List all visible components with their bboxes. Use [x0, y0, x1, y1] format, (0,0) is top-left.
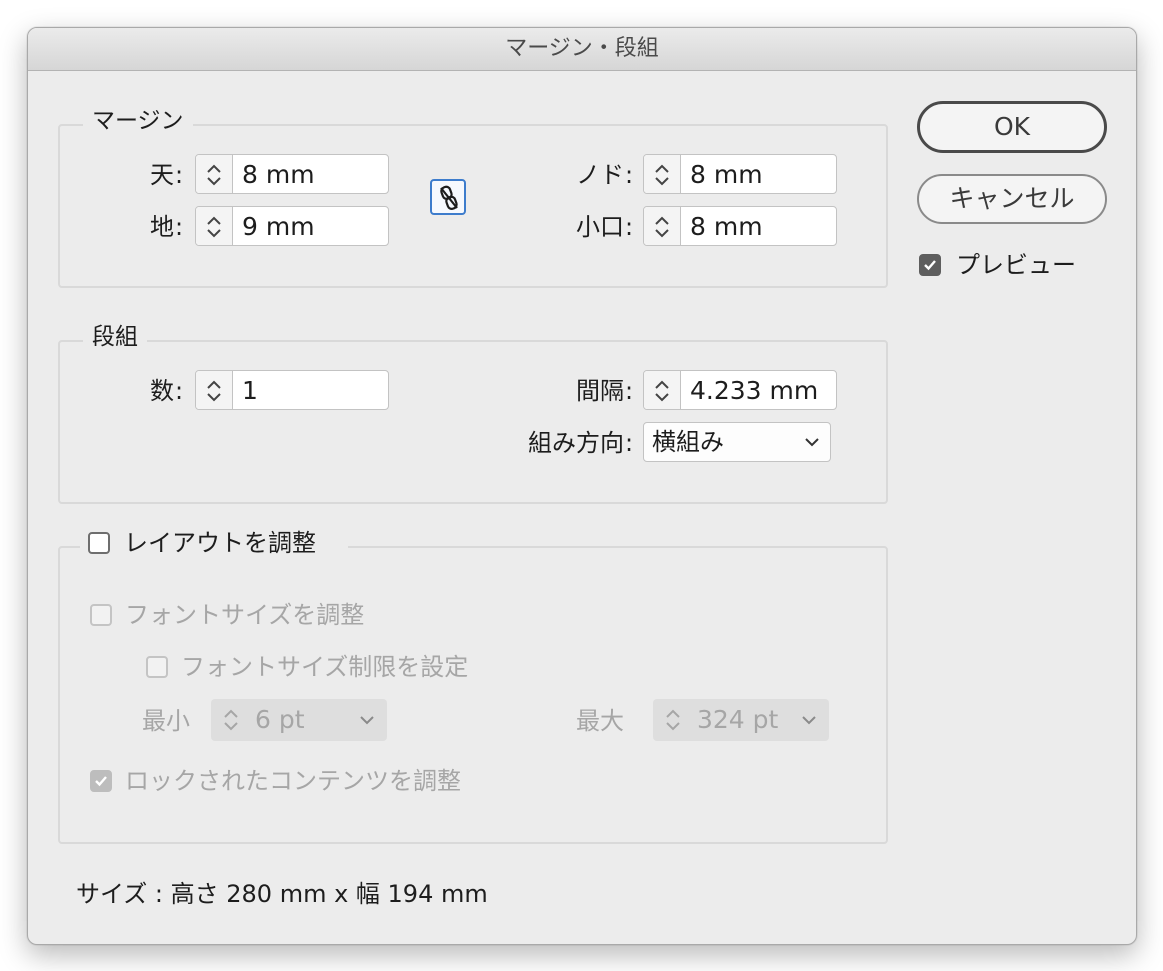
gutter-stepper[interactable]: [644, 371, 681, 409]
colon: :: [175, 161, 184, 189]
up-down-arrows-icon: [207, 164, 221, 186]
max-font-size-value: 324 pt: [697, 705, 779, 734]
bottom-margin-label: 地: [150, 213, 174, 241]
window-title: マージン・段組: [28, 28, 1136, 71]
up-down-arrows-icon: [666, 709, 680, 731]
column-count-stepper[interactable]: [196, 371, 233, 409]
inside-margin-field[interactable]: 8 mm: [643, 154, 837, 194]
font-size-limit-checkbox[interactable]: [146, 656, 168, 678]
margin-columns-dialog: マージン・段組 マージン 天 : 8 mm 地 : 9 mm ノド : 8 mm…: [27, 27, 1137, 945]
top-margin-value: 8 mm: [242, 160, 315, 189]
outside-margin-label: 小口: [576, 213, 624, 241]
min-font-size-value: 6 pt: [255, 705, 305, 734]
outside-margin-value: 8 mm: [690, 212, 763, 241]
adjust-layout-group: [58, 546, 888, 844]
up-down-arrows-icon: [655, 164, 669, 186]
ok-button[interactable]: OK: [917, 101, 1107, 153]
min-label: 最小: [142, 707, 190, 735]
writing-direction-value: 横組み: [652, 428, 724, 456]
inside-margin-label: ノド: [576, 161, 624, 189]
colon: :: [625, 429, 634, 457]
top-margin-field[interactable]: 8 mm: [195, 154, 389, 194]
adjust-font-size-label: フォントサイズを調整: [125, 601, 365, 629]
adjust-locked-content-label: ロックされたコンテンツを調整: [125, 767, 461, 795]
up-down-arrows-icon: [224, 709, 238, 731]
chevron-down-icon: [360, 716, 374, 725]
font-size-limit-label: フォントサイズ制限を設定: [181, 653, 469, 681]
columns-legend: 段組: [83, 322, 147, 352]
outside-margin-stepper[interactable]: [644, 207, 681, 245]
inside-margin-value: 8 mm: [690, 160, 763, 189]
adjust-locked-content-checkbox[interactable]: [90, 770, 112, 792]
up-down-arrows-icon: [655, 380, 669, 402]
bottom-margin-stepper[interactable]: [196, 207, 233, 245]
preview-label: プレビュー: [956, 251, 1076, 279]
preview-checkbox[interactable]: [919, 254, 941, 276]
bottom-margin-field[interactable]: 9 mm: [195, 206, 389, 246]
adjust-font-size-checkbox[interactable]: [90, 604, 112, 626]
up-down-arrows-icon: [655, 216, 669, 238]
margin-legend: マージン: [83, 106, 193, 136]
top-margin-stepper[interactable]: [196, 155, 233, 193]
bottom-margin-value: 9 mm: [242, 212, 315, 241]
colon: :: [175, 377, 184, 405]
writing-direction-select[interactable]: 横組み: [643, 422, 831, 462]
document-size-info: サイズ : 高さ 280 mm x 幅 194 mm: [76, 880, 488, 908]
chevron-down-icon: [802, 716, 816, 725]
max-label: 最大: [576, 707, 624, 735]
gutter-label: 間隔: [576, 377, 624, 405]
column-count-value: 1: [242, 376, 258, 405]
outside-margin-field[interactable]: 8 mm: [643, 206, 837, 246]
column-count-label: 数: [150, 377, 174, 405]
gutter-value: 4.233 mm: [690, 376, 819, 405]
up-down-arrows-icon: [207, 380, 221, 402]
top-margin-label: 天: [150, 161, 174, 189]
chevron-down-icon: [805, 438, 819, 447]
colon: :: [625, 161, 634, 189]
max-font-size-stepper[interactable]: 324 pt: [653, 699, 829, 741]
up-down-arrows-icon: [207, 216, 221, 238]
colon: :: [625, 377, 634, 405]
gutter-field[interactable]: 4.233 mm: [643, 370, 837, 410]
column-count-field[interactable]: 1: [195, 370, 389, 410]
colon: :: [625, 213, 634, 241]
checkmark-icon: [924, 260, 936, 271]
colon: :: [175, 213, 184, 241]
adjust-layout-label: レイアウトを調整: [124, 529, 316, 557]
inside-margin-stepper[interactable]: [644, 155, 681, 193]
min-font-size-stepper[interactable]: 6 pt: [211, 699, 387, 741]
checkmark-icon: [95, 776, 107, 787]
unlinked-chain-icon: [440, 185, 458, 210]
link-margins-button[interactable]: [430, 179, 466, 215]
cancel-button[interactable]: キャンセル: [917, 174, 1107, 224]
writing-direction-label: 組み方向: [528, 429, 624, 457]
adjust-layout-checkbox[interactable]: [88, 532, 110, 554]
